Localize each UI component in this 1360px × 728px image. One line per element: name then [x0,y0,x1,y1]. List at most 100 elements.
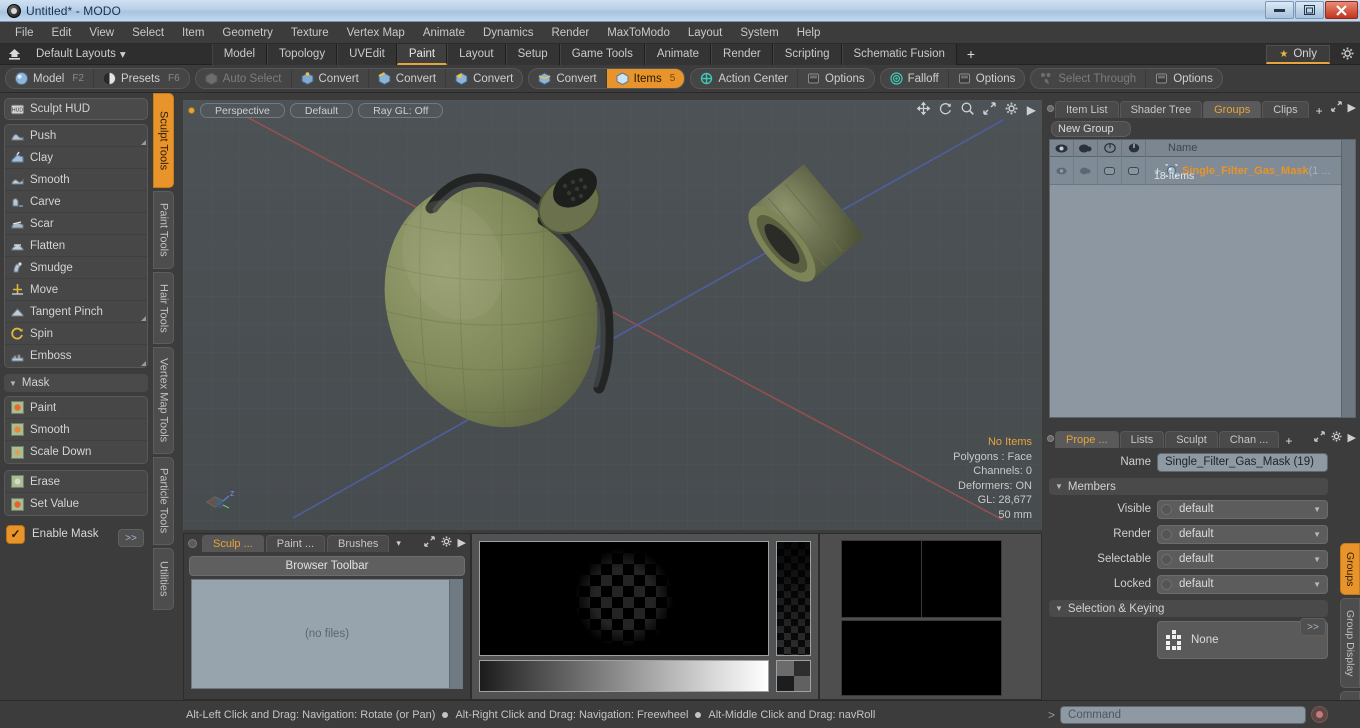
sculpt-hud-button[interactable]: HUD Sculpt HUD [4,98,148,120]
row-select-checkbox[interactable] [1098,157,1122,185]
locked-knob[interactable] [1161,579,1172,590]
row-render-toggle[interactable] [1074,157,1098,185]
layout-tab-setup[interactable]: Setup [506,44,560,65]
mask-section-header[interactable]: ▼ Mask [4,374,148,392]
expand-icon[interactable] [424,536,435,550]
tab-sculpt-browser[interactable]: Sculp ... [202,535,264,552]
tool-emboss[interactable]: Emboss [5,345,147,367]
chevron-right-icon[interactable]: ▶ [1348,101,1356,115]
group-item-name[interactable]: Single_Filter_Gas_Mask [1182,165,1309,177]
items-button[interactable]: Items 5 [607,68,685,89]
layout-tab-topology[interactable]: Topology [267,44,337,65]
locked-dropdown[interactable]: default ▼ [1157,575,1328,594]
layout-tab-animate[interactable]: Animate [645,44,711,65]
black-preview-left[interactable] [841,540,922,618]
row-lock-checkbox[interactable] [1122,157,1146,185]
expand-icon[interactable] [1331,101,1342,115]
rotate-icon[interactable] [939,102,952,117]
members-section-header[interactable]: ▼ Members [1049,478,1328,495]
tool-flatten[interactable]: Flatten [5,235,147,257]
tool-spin[interactable]: Spin [5,323,147,345]
menu-item[interactable]: Item [173,24,213,42]
swatch-3[interactable] [777,676,794,691]
default-layouts-dropdown[interactable]: Default Layouts ▾ [36,47,126,61]
name-input[interactable]: Single_Filter_Gas_Mask (19) [1157,453,1328,472]
select-through-button[interactable]: Select Through [1031,68,1146,89]
layout-tab-layout[interactable]: Layout [447,44,506,65]
tool-expand-corner[interactable] [141,316,146,321]
chevron-down-icon[interactable]: ▾ [396,538,401,549]
selectable-dropdown[interactable]: default ▼ [1157,550,1328,569]
eye-icon[interactable] [1050,140,1074,157]
window-controls[interactable] [1265,1,1358,19]
falloff-button[interactable]: Falloff [881,68,949,89]
visible-dropdown[interactable]: default ▼ [1157,500,1328,519]
render-icon[interactable] [1074,140,1098,157]
tool-carve[interactable]: Carve [5,191,147,213]
file-browser-area[interactable]: (no files) [191,579,463,689]
tab-channels[interactable]: Chan ... [1219,431,1280,448]
convert-item-button[interactable]: Convert [529,68,606,89]
selection-keying-section-header[interactable]: ▼ Selection & Keying [1049,600,1328,617]
menu-texture[interactable]: Texture [282,24,338,42]
action-center-button[interactable]: Action Center [691,68,798,89]
menu-render[interactable]: Render [542,24,598,42]
layout-tab-paint[interactable]: Paint [397,44,447,65]
viewport-menu-dot[interactable] [188,107,195,114]
convert-vertex-button[interactable]: Convert [292,68,369,89]
menu-view[interactable]: View [80,24,123,42]
vtab-utilities[interactable]: Utilities [153,548,174,610]
tab-sculpt[interactable]: Sculpt [1165,431,1218,448]
mask-tool-set-value[interactable]: Set Value [5,493,147,515]
properties-more-button[interactable]: >> [1300,618,1326,636]
layout-tab-uvedit[interactable]: UVEdit [337,44,397,65]
viewport-perspective-dropdown[interactable]: Perspective [200,103,285,118]
minimize-button[interactable] [1265,1,1294,19]
pan-icon[interactable] [917,102,930,117]
convert-edge-button[interactable]: Convert [369,68,446,89]
tool-move[interactable]: Move [5,279,147,301]
expand-icon[interactable] [1314,431,1325,445]
vtab-paint-tools[interactable]: Paint Tools [153,191,174,269]
vtabR-group-display[interactable]: Group Display [1340,598,1360,688]
vtab-vertex-map-tools[interactable]: Vertex Map Tools [153,347,174,454]
chevron-right-icon[interactable]: ▶ [1348,431,1356,445]
mask-tool-scale-down[interactable]: Scale Down [5,441,147,463]
grayscale-gradient-ramp[interactable] [479,660,769,692]
color-swatch-grid[interactable] [776,660,811,692]
menu-maxtomodo[interactable]: MaxToModo [598,24,679,42]
gear-icon[interactable] [1331,431,1342,445]
layout-tab-model[interactable]: Model [212,44,267,65]
enable-mask-checkbox[interactable]: ✓ [6,525,25,544]
chevron-right-icon[interactable]: ▶ [1027,104,1036,116]
tool-smooth[interactable]: Smooth [5,169,147,191]
vtabR-groups[interactable]: Groups [1340,543,1360,595]
home-icon[interactable] [4,49,24,60]
zoom-icon[interactable] [961,102,974,117]
row-eye-toggle[interactable] [1050,157,1074,185]
black-preview-right[interactable] [922,540,1002,618]
vtab-sculpt-tools[interactable]: Sculpt Tools [153,93,174,188]
render-knob[interactable] [1161,529,1172,540]
layout-tab-scripting[interactable]: Scripting [773,44,842,65]
brush-checker-strip[interactable] [776,541,811,656]
add-layout-tab-button[interactable]: + [957,44,985,65]
presets-button[interactable]: Presets F6 [94,68,189,89]
auto-select-button[interactable]: Auto Select [196,68,292,89]
menu-edit[interactable]: Edit [43,24,81,42]
menu-geometry[interactable]: Geometry [213,24,282,42]
viewport-raygl-dropdown[interactable]: Ray GL: Off [358,103,443,118]
gear-icon[interactable] [1005,102,1018,117]
add-tab-button[interactable]: + [1280,434,1297,448]
model-mode-button[interactable]: Model F2 [6,68,94,89]
tool-expand-corner[interactable] [141,140,146,145]
menu-animate[interactable]: Animate [414,24,474,42]
menu-system[interactable]: System [731,24,787,42]
swatch-2[interactable] [794,661,811,676]
swatch-1[interactable] [777,661,794,676]
swatch-4[interactable] [794,676,811,691]
3d-viewport[interactable]: Perspective Default Ray GL: Off ▶ No It [183,100,1042,530]
layout-tab-game-tools[interactable]: Game Tools [560,44,645,65]
convert-poly-button[interactable]: Convert [446,68,522,89]
tool-scar[interactable]: Scar [5,213,147,235]
